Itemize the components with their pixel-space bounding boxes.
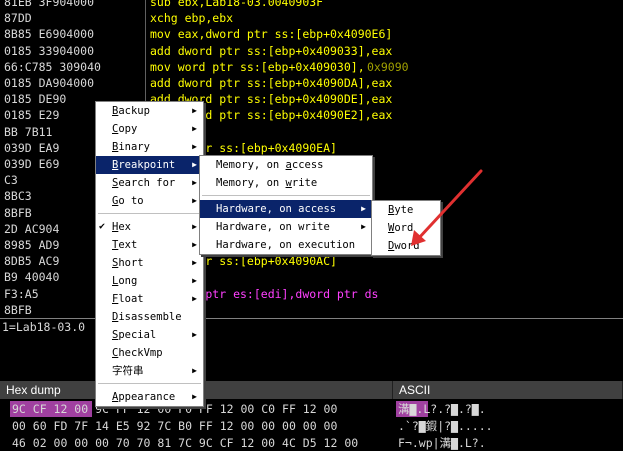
annotation-arrow xyxy=(411,169,483,246)
